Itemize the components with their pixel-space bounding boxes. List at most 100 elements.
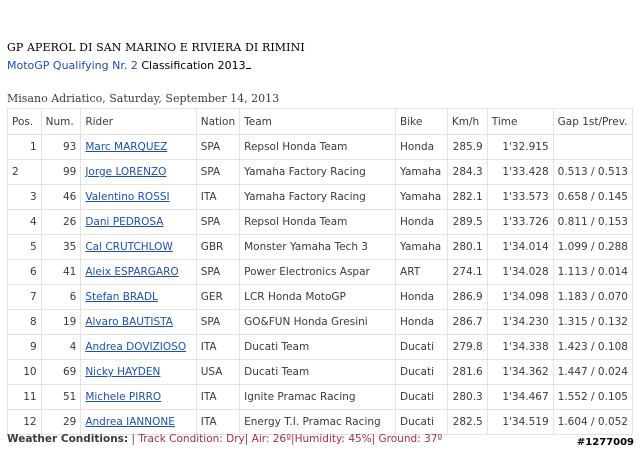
cell-time: 1'34.028 bbox=[486, 259, 554, 285]
cell-kmh: 284.3 bbox=[446, 159, 488, 185]
cell-bike: Honda bbox=[395, 309, 448, 335]
cell-kmh: 282.5 bbox=[446, 409, 488, 435]
cell-time: 1'34.338 bbox=[486, 334, 554, 360]
rider-link[interactable]: Valentino ROSSI bbox=[85, 191, 169, 203]
cell-bike: Ducati bbox=[395, 384, 448, 410]
rider-link[interactable]: Alvaro BAUTISTA bbox=[85, 316, 173, 328]
cell-nation: ITA bbox=[195, 409, 241, 435]
cell-rider: Nicky HAYDEN bbox=[80, 359, 197, 385]
rider-link[interactable]: Jorge LORENZO bbox=[85, 166, 166, 178]
cell-bike: Ducati bbox=[395, 359, 448, 385]
cell-rider: Andrea DOVIZIOSO bbox=[80, 334, 197, 360]
cell-bike: Yamaha bbox=[395, 184, 448, 210]
table-row: 7 6 Stefan BRADL GER LCR Honda MotoGP Honda 28… bbox=[7, 284, 634, 310]
table-row: 5 35 Cal CRUTCHLOW GBR Monster Yamaha Tech 3… bbox=[7, 234, 634, 260]
rider-link[interactable]: Stefan BRADL bbox=[85, 291, 158, 303]
cell-kmh: 286.7 bbox=[446, 309, 488, 335]
cell-pos: 9 bbox=[7, 334, 42, 360]
table-row: 11 51 Michele PIRRO ITA Ignite Pramac Racing… bbox=[7, 384, 634, 410]
cell-rider: Jorge LORENZO bbox=[80, 159, 197, 185]
table-row: 1 93 Marc MARQUEZ SPA Repsol Honda Team Honda… bbox=[7, 134, 634, 160]
cell-kmh: 280.1 bbox=[446, 234, 488, 260]
cell-pos: 5 bbox=[7, 234, 42, 260]
cell-gap: 0.811 / 0.153 bbox=[552, 209, 634, 235]
table-row: 2 99 Jorge LORENZO SPA Yamaha Factory Racing… bbox=[7, 159, 634, 185]
weather-label: Weather Conditions: bbox=[7, 433, 129, 445]
cell-kmh: 282.1 bbox=[446, 184, 488, 210]
cell-nation: SPA bbox=[195, 134, 241, 160]
cell-nation: ITA bbox=[195, 184, 241, 210]
col-rider: Rider bbox=[80, 108, 197, 135]
table-row: 10 69 Nicky HAYDEN USA Ducati Team Ducati 281.… bbox=[7, 359, 634, 385]
page-title: GP APEROL DI SAN MARINO E RIVIERA DI RIM… bbox=[7, 41, 305, 54]
cell-time: 1'34.014 bbox=[486, 234, 554, 260]
session-classification: Classification 2013 bbox=[137, 59, 246, 72]
cell-bike: Yamaha bbox=[395, 234, 448, 260]
cell-rider: Alvaro BAUTISTA bbox=[80, 309, 197, 335]
rider-link[interactable]: Cal CRUTCHLOW bbox=[85, 241, 172, 253]
rider-link[interactable]: Nicky HAYDEN bbox=[85, 366, 160, 378]
cell-bike: ART bbox=[395, 259, 448, 285]
cell-gap: 1.315 / 0.132 bbox=[552, 309, 634, 335]
cell-time: 1'33.573 bbox=[486, 184, 554, 210]
table-row: 12 29 Andrea IANNONE ITA Energy T.I. Pramac … bbox=[7, 409, 634, 435]
cell-pos: 12 bbox=[7, 409, 42, 435]
cell-pos: 11 bbox=[7, 384, 42, 410]
rider-link[interactable]: Aleix ESPARGARO bbox=[85, 266, 178, 278]
cell-gap: 1.183 / 0.070 bbox=[552, 284, 634, 310]
cell-num: 6 bbox=[40, 284, 82, 310]
cell-nation: USA bbox=[195, 359, 241, 385]
cell-gap: 0.513 / 0.513 bbox=[552, 159, 634, 185]
cell-rider: Michele PIRRO bbox=[80, 384, 197, 410]
cell-num: 19 bbox=[40, 309, 82, 335]
rider-link[interactable]: Michele PIRRO bbox=[85, 391, 161, 403]
cell-nation: SPA bbox=[195, 159, 241, 185]
cell-pos: 6 bbox=[7, 259, 42, 285]
weather-conditions: Weather Conditions: | Track Condition: D… bbox=[7, 433, 442, 445]
table-row: 3 46 Valentino ROSSI ITA Yamaha Factory Raci… bbox=[7, 184, 634, 210]
rider-link[interactable]: Dani PEDROSA bbox=[85, 216, 163, 228]
cell-team: Yamaha Factory Racing bbox=[239, 159, 397, 185]
cell-rider: Cal CRUTCHLOW bbox=[80, 234, 197, 260]
cell-pos: 1 bbox=[7, 134, 42, 160]
table-row: 6 41 Aleix ESPARGARO SPA Power Electronics A… bbox=[7, 259, 634, 285]
cell-num: 26 bbox=[40, 209, 82, 235]
cell-nation: GBR bbox=[195, 234, 241, 260]
cell-gap: 1.099 / 0.288 bbox=[552, 234, 634, 260]
cell-num: 4 bbox=[40, 334, 82, 360]
cell-team: Ducati Team bbox=[239, 334, 397, 360]
session-name: MotoGP Qualifying Nr. 2 bbox=[7, 59, 138, 72]
cell-time: 1'33.726 bbox=[486, 209, 554, 235]
cell-gap bbox=[552, 134, 634, 160]
cell-gap: 1.447 / 0.024 bbox=[552, 359, 634, 385]
col-num: Num. bbox=[40, 108, 82, 135]
cell-team: Repsol Honda Team bbox=[239, 209, 397, 235]
cell-nation: ITA bbox=[195, 334, 241, 360]
cell-rider: Stefan BRADL bbox=[80, 284, 197, 310]
cell-num: 93 bbox=[40, 134, 82, 160]
cell-num: 99 bbox=[40, 159, 82, 185]
cell-rider: Dani PEDROSA bbox=[80, 209, 197, 235]
cell-pos: 10 bbox=[7, 359, 42, 385]
col-kmh: Km/h bbox=[446, 108, 488, 135]
col-time: Time bbox=[486, 108, 554, 135]
cell-pos: 8 bbox=[7, 309, 42, 335]
col-team: Team bbox=[239, 108, 397, 135]
cell-pos: 7 bbox=[7, 284, 42, 310]
cell-nation: SPA bbox=[195, 259, 241, 285]
table-row: 4 26 Dani PEDROSA SPA Repsol Honda Team Honda… bbox=[7, 209, 634, 235]
cell-num: 29 bbox=[40, 409, 82, 435]
col-gap: Gap 1st/Prev. bbox=[552, 108, 634, 135]
rider-link[interactable]: Andrea IANNONE bbox=[85, 416, 175, 428]
cell-num: 51 bbox=[40, 384, 82, 410]
cell-time: 1'33.428 bbox=[486, 159, 554, 185]
rider-link[interactable]: Marc MARQUEZ bbox=[85, 141, 167, 153]
cell-team: GO&FUN Honda Gresini bbox=[239, 309, 397, 335]
cell-num: 46 bbox=[40, 184, 82, 210]
rider-link[interactable]: Andrea DOVIZIOSO bbox=[85, 341, 186, 353]
cell-num: 69 bbox=[40, 359, 82, 385]
cell-gap: 1.604 / 0.052 bbox=[552, 409, 634, 435]
cell-bike: Honda bbox=[395, 134, 448, 160]
cell-rider: Aleix ESPARGARO bbox=[80, 259, 197, 285]
cell-rider: Andrea IANNONE bbox=[80, 409, 197, 435]
